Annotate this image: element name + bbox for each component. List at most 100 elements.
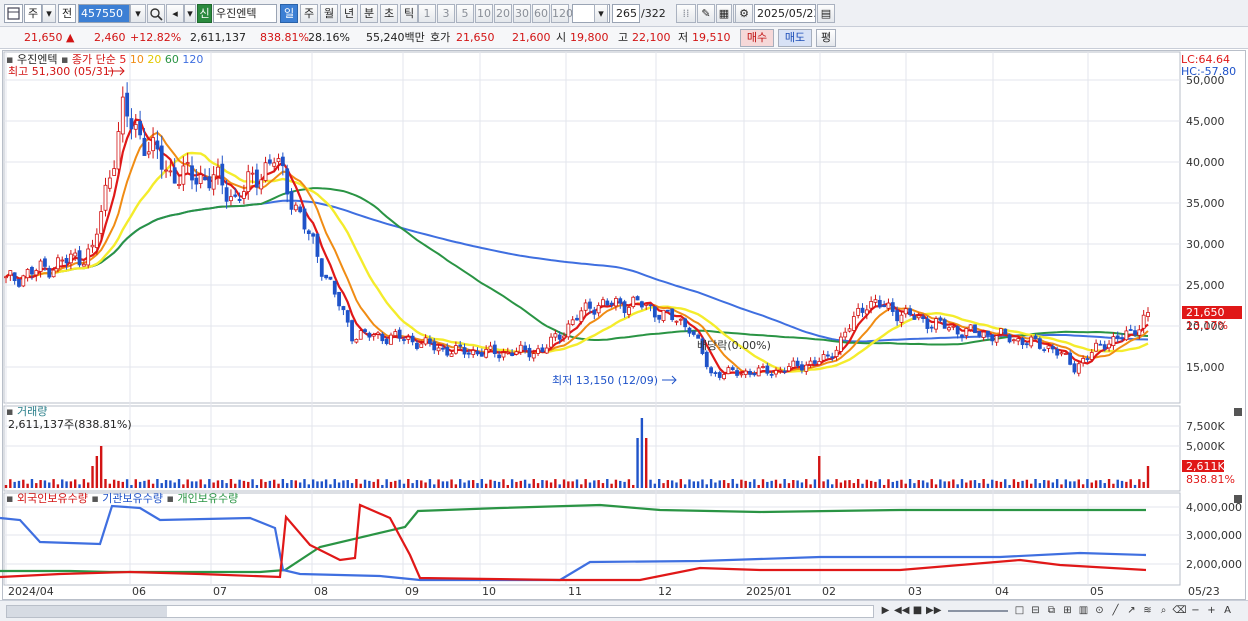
volume-bar [696, 481, 700, 488]
pin-icon[interactable]: ⊙ [1092, 604, 1107, 619]
window-icon[interactable]: □ [1012, 604, 1027, 619]
prev-button[interactable]: 전 [58, 4, 76, 23]
rewind-icon[interactable]: ◀◀ [894, 604, 909, 619]
search-icon[interactable] [147, 4, 165, 23]
candle-body [363, 329, 367, 333]
scroll-thumb[interactable] [7, 606, 167, 617]
period-tab-4[interactable]: 분 [360, 4, 378, 23]
candle-body [756, 367, 761, 377]
fast-forward-icon[interactable]: ▶▶ [926, 604, 941, 619]
volume-bar [1034, 479, 1037, 488]
grid-icon[interactable]: ▦ [716, 4, 732, 23]
period-tab-6[interactable]: 틱 [400, 4, 418, 23]
market-dropdown-icon[interactable]: ▾ [42, 4, 56, 23]
candle-body [934, 318, 938, 330]
horizontal-scrollbar[interactable] [6, 605, 874, 618]
minute-tab-120[interactable]: 120 [551, 4, 573, 23]
layout-icon[interactable]: ▥ [1076, 604, 1091, 619]
scroll-right-icon[interactable]: ▶ [878, 604, 893, 619]
candle-body [462, 347, 467, 355]
candle-body [618, 298, 623, 304]
candle-body [748, 370, 752, 375]
volume-bar [835, 479, 838, 488]
chart-type-icon[interactable]: ⁞⁞ [676, 4, 696, 23]
candle-body [951, 325, 956, 328]
buy-button[interactable]: 매수 [740, 29, 774, 47]
panel-maximize-icon[interactable] [1234, 408, 1242, 416]
bar-count-input[interactable]: 265 [612, 4, 640, 23]
volume-bar [489, 479, 492, 488]
volume-bar [229, 479, 233, 488]
code-dropdown-icon[interactable]: ▾ [130, 4, 146, 23]
candle-body [735, 370, 739, 376]
stock-chart[interactable]: 50,00045,00040,00035,00030,00025,00020,0… [0, 50, 1248, 600]
volume-bar [731, 479, 734, 488]
period-tab-1[interactable]: 주 [300, 4, 318, 23]
candle-body [17, 279, 21, 287]
speaker-dropdown-icon[interactable]: ▾ [184, 4, 196, 23]
eval-button[interactable]: 평 [816, 29, 836, 47]
line-tool-icon[interactable]: ╱ [1108, 604, 1123, 619]
period-tab-0[interactable]: 일 [280, 4, 298, 23]
candle-body [1050, 346, 1055, 350]
sell-button[interactable]: 매도 [778, 29, 812, 47]
candle-body [787, 366, 791, 372]
erase-icon[interactable]: ⌫ [1172, 604, 1187, 619]
minute-tab-10[interactable]: 10 [475, 4, 493, 23]
candle-body [981, 331, 986, 338]
settings-gear-icon[interactable]: ⚙ [735, 4, 753, 23]
calendar-icon[interactable]: ▤ [817, 4, 835, 23]
candle-body [263, 162, 268, 181]
candle-body [627, 307, 631, 315]
candle-body [1016, 338, 1021, 342]
candle-body [704, 351, 709, 368]
minute-tab-60[interactable]: 60 [532, 4, 550, 23]
minute-tab-20[interactable]: 20 [494, 4, 512, 23]
volume-bar [1055, 479, 1059, 488]
minute-tab-3[interactable]: 3 [437, 4, 455, 23]
trend-tool-icon[interactable]: ↗ [1124, 604, 1139, 619]
bid-price: 21,600 [512, 31, 551, 44]
period-tab-5[interactable]: 초 [380, 4, 398, 23]
search-zoom-icon[interactable]: ⌕ [1156, 604, 1171, 619]
minute-tab-5[interactable]: 5 [456, 4, 474, 23]
stock-name-field[interactable]: 우진엔텍 [213, 4, 277, 23]
last-price-pct: 13.17% [1186, 319, 1228, 332]
overlay-icon[interactable]: ⧉ [1044, 604, 1059, 619]
volume-bar [510, 479, 514, 488]
volume-bar [376, 479, 380, 488]
volume-bar [809, 484, 812, 488]
stop-icon[interactable]: ■ [910, 604, 925, 619]
volume-bar [39, 480, 42, 488]
period-tab-3[interactable]: 년 [340, 4, 358, 23]
zoom-out-icon[interactable]: − [1188, 604, 1203, 619]
candle-body [1094, 342, 1098, 352]
speaker-icon[interactable]: ◂ [166, 4, 184, 23]
date-input[interactable]: 2025/05/23 [754, 4, 816, 23]
candle-body [1102, 344, 1107, 350]
volume-bar [536, 483, 540, 488]
stock-code-input[interactable]: 457550 [78, 4, 130, 23]
compare-icon[interactable]: ⊞ [1060, 604, 1075, 619]
period-tab-2[interactable]: 월 [320, 4, 338, 23]
candle-body [825, 354, 830, 357]
candle-body [246, 171, 251, 192]
minute-tab-1[interactable]: 1 [418, 4, 436, 23]
candle-body [566, 323, 571, 338]
market-select[interactable]: 주 [24, 4, 42, 23]
minute-tab-30[interactable]: 30 [513, 4, 531, 23]
price-legend: ▪ 우진엔텍 ▪ 종가 단순 5 10 20 60 120 [6, 53, 204, 66]
high-label: 고 [618, 31, 629, 44]
zoom-in-icon[interactable]: + [1204, 604, 1219, 619]
draw-tool-icon[interactable]: ✎ [697, 4, 715, 23]
zoom-slider[interactable] [948, 610, 1008, 612]
volume-bar [761, 479, 765, 488]
candle-body [129, 118, 134, 130]
fib-tool-icon[interactable]: ≋ [1140, 604, 1155, 619]
font-size-icon[interactable]: A [1220, 604, 1235, 619]
candle-body [1089, 352, 1094, 360]
split-icon[interactable]: ⊟ [1028, 604, 1043, 619]
custom-period-dropdown-icon[interactable]: ▾ [594, 4, 608, 23]
window-menu-icon[interactable] [4, 4, 23, 23]
volume-bar [86, 482, 90, 488]
